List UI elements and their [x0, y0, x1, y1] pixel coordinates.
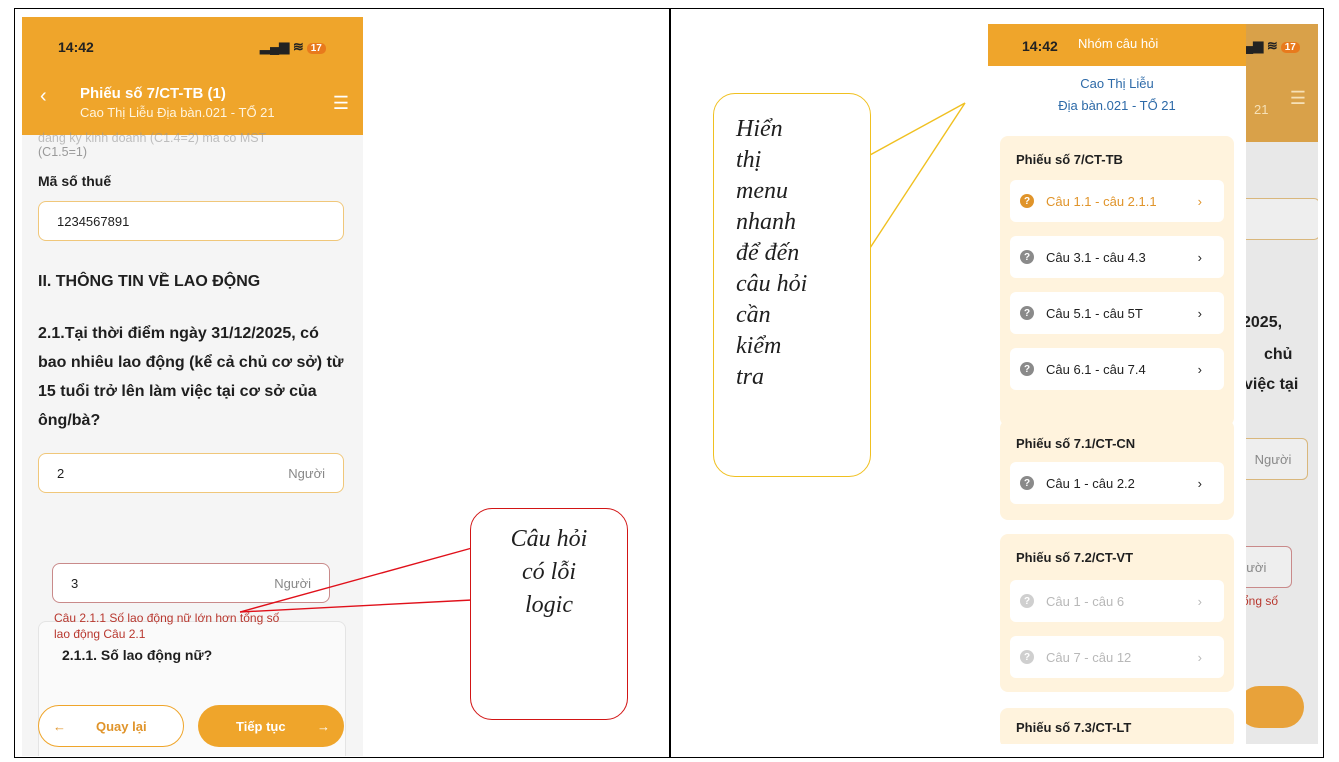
bg-fragment: 21	[1254, 102, 1269, 117]
group-title: Phiếu số 7.3/CT-LT	[1016, 720, 1132, 735]
callout-line: menu	[736, 178, 788, 204]
area-name: Địa bàn.021 - TỔ 21	[1058, 98, 1176, 113]
question-circle-icon: ?	[1020, 250, 1034, 264]
question-circle-icon: ?	[1020, 362, 1034, 376]
menu-item-5-1[interactable]: ? Câu 5.1 - câu 5T ›	[1010, 292, 1224, 334]
chevron-right-icon: ›	[1197, 193, 1202, 209]
callout-line: kiểm	[736, 333, 782, 359]
logic-error-callout: Câu hỏi có lỗi logic	[470, 508, 628, 720]
battery-icon: 17	[1280, 42, 1300, 53]
question-circle-icon: ?	[1020, 194, 1034, 208]
menu-item-label: Câu 1 - câu 6	[1046, 593, 1125, 609]
hamburger-menu-icon[interactable]: ☰	[1290, 88, 1306, 109]
drawer-title: Nhóm câu hỏi	[1078, 36, 1159, 51]
menu-item-6-1[interactable]: ? Câu 6.1 - câu 7.4 ›	[1010, 348, 1224, 390]
chevron-right-icon: ›	[1197, 249, 1202, 265]
bg-fragment: việc tại	[1244, 376, 1299, 393]
callout-line: tra	[736, 364, 765, 390]
callout-line: để đến	[736, 240, 800, 266]
group-7-3-ct-lt: Phiếu số 7.3/CT-LT	[1000, 708, 1234, 744]
menu-item-vt-2[interactable]: ? Câu 7 - câu 12 ›	[1010, 636, 1224, 678]
menu-item-cn-1[interactable]: ? Câu 1 - câu 2.2 ›	[1010, 462, 1224, 504]
menu-item-1-1[interactable]: ? Câu 1.1 - câu 2.1.1 ›	[1010, 180, 1224, 222]
quick-menu-callout: Hiển thị menu nhanh để đến câu hỏi cần k…	[713, 93, 871, 477]
bg-fragment: 2025,	[1242, 314, 1283, 331]
group-7-ct-tb: Phiếu số 7/CT-TB ? Câu 1.1 - câu 2.1.1 › ?…	[1000, 136, 1234, 426]
menu-item-label: Câu 7 - câu 12	[1046, 649, 1132, 665]
question-circle-icon: ?	[1020, 594, 1034, 608]
callout-line: nhanh	[736, 209, 796, 235]
callout-line: thị	[736, 147, 762, 173]
chevron-right-icon: ›	[1197, 305, 1202, 321]
callout-line: logic	[525, 592, 573, 618]
question-circle-icon: ?	[1020, 650, 1034, 664]
menu-item-label: Câu 3.1 - câu 4.3	[1046, 249, 1146, 265]
menu-item-label: Câu 1 - câu 2.2	[1046, 475, 1135, 491]
right-phone-screen: ▂▄▆ ≋ 17 21 ☰ 2025, chủ việc tại Người gư…	[988, 24, 1318, 744]
menu-item-label: Câu 5.1 - câu 5T	[1046, 305, 1143, 321]
bg-input: gười	[1238, 546, 1292, 588]
callout-line: Hiển	[736, 116, 783, 142]
menu-item-3-1[interactable]: ? Câu 3.1 - câu 4.3 ›	[1010, 236, 1224, 278]
callout-line: câu hỏi	[736, 271, 808, 297]
menu-item-label: Câu 6.1 - câu 7.4	[1046, 361, 1146, 377]
group-7-2-ct-vt: Phiếu số 7.2/CT-VT ? Câu 1 - câu 6 › ? Câu …	[1000, 534, 1234, 692]
quick-menu-drawer: 14:42 Nhóm câu hỏi Cao Thị Liễu Địa bàn.…	[988, 24, 1246, 744]
group-title: Phiếu số 7.1/CT-CN	[1016, 436, 1136, 451]
chevron-right-icon: ›	[1197, 649, 1202, 665]
question-circle-icon: ?	[1020, 476, 1034, 490]
person-name: Cao Thị Liễu	[1080, 76, 1154, 91]
bg-fragment: Người	[1254, 451, 1292, 467]
group-7-1-ct-cn: Phiếu số 7.1/CT-CN ? Câu 1 - câu 2.2 ›	[1000, 420, 1234, 520]
status-time: 14:42	[1022, 38, 1058, 54]
drawer-header: 14:42 Nhóm câu hỏi	[988, 24, 1246, 66]
bg-input	[1238, 198, 1318, 240]
bg-next-button	[1238, 686, 1304, 728]
menu-item-label: Câu 1.1 - câu 2.1.1	[1046, 193, 1157, 209]
chevron-right-icon: ›	[1197, 593, 1202, 609]
chevron-right-icon: ›	[1197, 361, 1202, 377]
callout-line: Câu hỏi	[510, 526, 588, 552]
group-title: Phiếu số 7/CT-TB	[1016, 152, 1123, 167]
callout-line: có lỗi	[522, 559, 576, 585]
bg-fragment: chủ	[1264, 346, 1293, 363]
menu-item-vt-1[interactable]: ? Câu 1 - câu 6 ›	[1010, 580, 1224, 622]
group-title: Phiếu số 7.2/CT-VT	[1016, 550, 1134, 565]
bg-input: Người	[1238, 438, 1308, 480]
question-circle-icon: ?	[1020, 306, 1034, 320]
chevron-right-icon: ›	[1197, 475, 1202, 491]
callout-line: cần	[736, 302, 771, 328]
bg-fragment: ổng số	[1242, 594, 1279, 608]
